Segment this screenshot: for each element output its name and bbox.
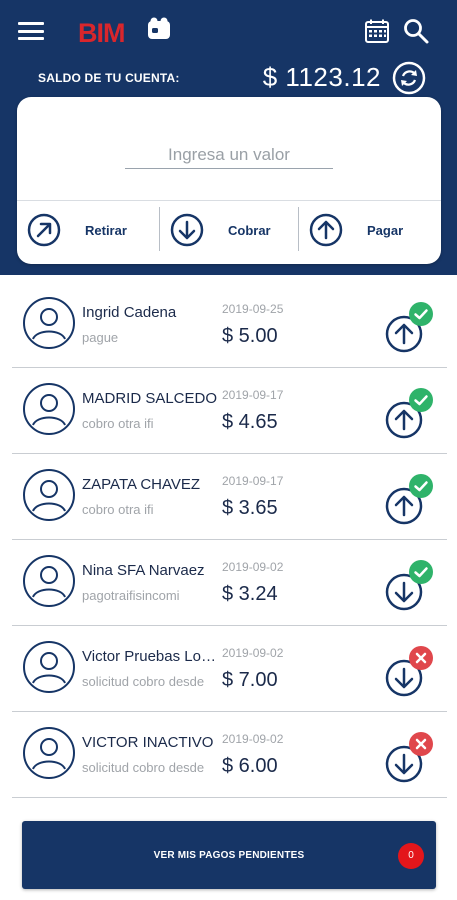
transaction-amount: $ 7.00 — [222, 669, 278, 691]
avatar-icon — [23, 383, 75, 435]
contact-name: Victor Pruebas Lopez — [82, 648, 220, 665]
menu-icon[interactable] — [18, 20, 44, 42]
transaction-amount: $ 3.24 — [222, 583, 278, 605]
pay-label: Pagar — [367, 222, 404, 238]
transaction-description: pague — [82, 330, 119, 345]
success-check-icon — [409, 560, 433, 584]
success-check-icon — [409, 302, 433, 326]
pay-button[interactable]: Pagar — [299, 207, 441, 253]
contact-name: MADRID SALCEDO — [82, 390, 218, 407]
logo-text: BIM — [78, 18, 125, 48]
transaction-amount: $ 4.65 — [222, 411, 278, 433]
transaction-date: 2019-09-02 — [222, 732, 284, 746]
transaction-row[interactable]: Victor Pruebas Lopez solicitud cobro des… — [12, 626, 447, 712]
arrow-up-circle-icon — [309, 213, 343, 247]
transaction-date: 2019-09-02 — [222, 646, 284, 660]
refresh-icon[interactable] — [392, 61, 426, 95]
balance-value: $ 1123.12 — [262, 62, 381, 92]
transaction-row[interactable]: Ingrid Cadena pague 2019-09-25 $ 5.00 — [12, 282, 447, 368]
avatar-icon — [23, 641, 75, 693]
avatar-icon — [23, 297, 75, 349]
error-cross-icon — [409, 732, 433, 756]
amount-input[interactable] — [125, 141, 333, 169]
avatar-icon — [23, 469, 75, 521]
collect-label: Cobrar — [228, 222, 271, 238]
transaction-description: cobro otra ifi — [82, 502, 154, 517]
transaction-description: solicitud cobro desde — [82, 760, 205, 775]
transaction-row[interactable]: MADRID SALCEDO cobro otra ifi 2019-09-17… — [12, 368, 447, 454]
transaction-amount: $ 5.00 — [222, 325, 278, 347]
bim-logo: BIM — [78, 17, 170, 48]
view-pending-payments-button[interactable]: VER MIS PAGOS PENDIENTES 0 — [22, 821, 436, 889]
withdraw-label: Retirar — [85, 222, 127, 238]
transaction-date: 2019-09-17 — [222, 388, 284, 402]
transaction-amount: $ 3.65 — [222, 497, 278, 519]
transaction-row[interactable]: ZAPATA CHAVEZ cobro otra ifi 2019-09-17 … — [12, 454, 447, 540]
pending-count-badge: 0 — [398, 843, 424, 869]
success-check-icon — [409, 388, 433, 412]
transaction-date: 2019-09-02 — [222, 560, 284, 574]
contact-name: Ingrid Cadena — [82, 304, 177, 321]
transaction-date: 2019-09-25 — [222, 302, 284, 316]
arrow-up-right-circle-icon — [27, 213, 61, 247]
transaction-description: solicitud cobro desde — [82, 674, 205, 689]
transaction-description: pagotraifisincomi — [82, 588, 180, 603]
success-check-icon — [409, 474, 433, 498]
search-icon[interactable] — [402, 17, 430, 45]
transaction-amount: $ 6.00 — [222, 755, 278, 777]
contact-name: Nina SFA Narvaez — [82, 562, 205, 579]
transaction-row[interactable]: Nina SFA Narvaez pagotraifisincomi 2019-… — [12, 540, 447, 626]
avatar-icon — [23, 555, 75, 607]
arrow-down-circle-icon — [170, 213, 204, 247]
error-cross-icon — [409, 646, 433, 670]
transaction-row[interactable]: VICTOR INACTIVO solicitud cobro desde 20… — [12, 712, 447, 798]
calendar-icon[interactable] — [364, 18, 390, 44]
collect-button[interactable]: Cobrar — [160, 207, 298, 253]
app-header: BIM SALDO DE TU CUENTA: $ 1123.12 Ingres… — [0, 0, 457, 275]
transaction-description: cobro otra ifi — [82, 416, 154, 431]
transaction-card: Retirar Cobrar Pagar — [17, 97, 441, 264]
card-divider — [17, 200, 441, 201]
pending-payments-label: VER MIS PAGOS PENDIENTES — [153, 850, 305, 861]
transaction-date: 2019-09-17 — [222, 474, 284, 488]
contact-name: ZAPATA CHAVEZ — [82, 476, 201, 493]
balance-label: SALDO DE TU CUENTA: — [38, 71, 180, 85]
avatar-icon — [23, 727, 75, 779]
withdraw-button[interactable]: Retirar — [17, 207, 159, 253]
contact-name: VICTOR INACTIVO — [82, 734, 214, 751]
